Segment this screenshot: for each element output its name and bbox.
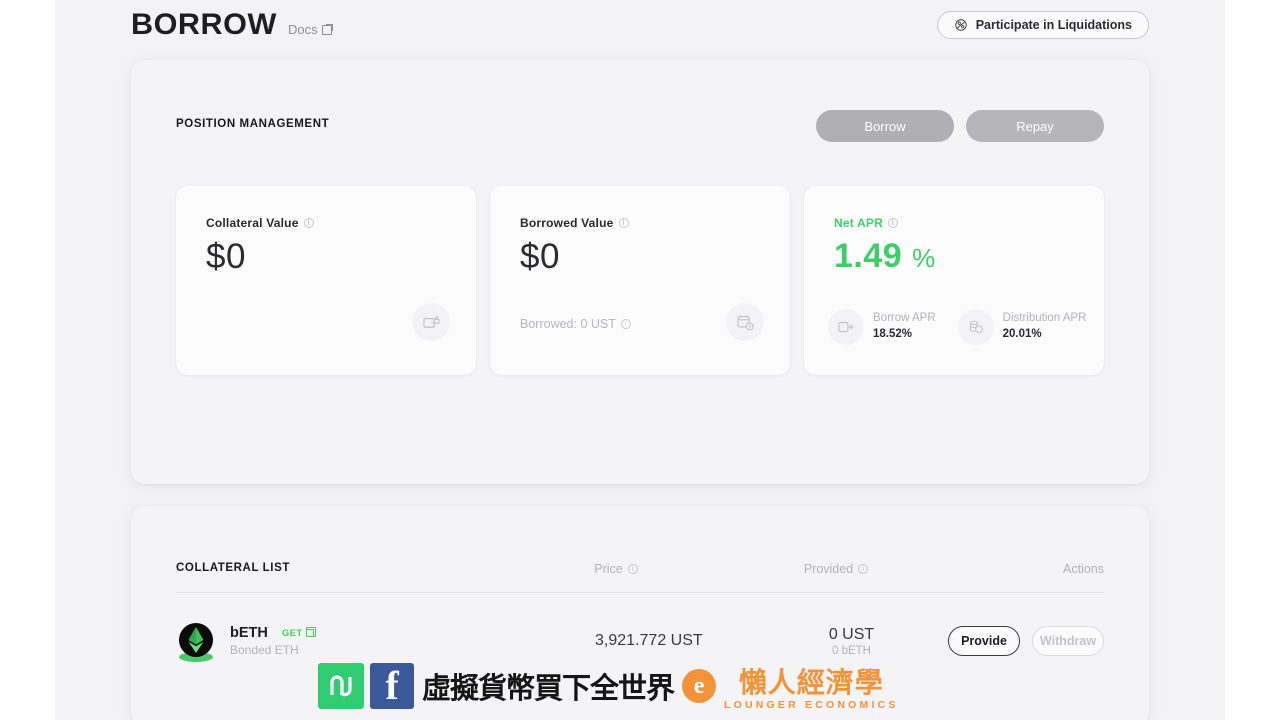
provided-amount-token: 0 bETH [832,644,871,657]
coins-stack-icon [969,320,983,334]
calendar-clock-icon-badge [726,303,764,341]
participate-in-liquidations-button[interactable]: Participate in Liquidations [936,11,1149,39]
distribution-apr-item: Distribution APR 20.01% [957,309,1087,345]
wallet-out-icon-badge [828,309,864,345]
position-mode-tabs: Borrow Repay [816,110,1104,142]
borrow-apr-name: Borrow APR [873,312,936,325]
info-icon[interactable] [618,217,629,229]
token-meta: bETH GET Bonded ETH [230,625,320,657]
lounger-economics-logo-icon: e [682,669,717,703]
collateral-value-label-text: Collateral Value [206,216,299,230]
borrow-apr-text: Borrow APR 18.52% [873,311,936,342]
token-full-name: Bonded ETH [230,643,299,657]
app-root: BORROW Docs Participate in Liquidations … [0,0,1280,720]
net-apr-card: Net APR 1.49 % [804,186,1104,375]
apr-breakdown: Borrow APR 18.52% Distribution APR 20.01… [828,309,1086,345]
watermark-chinese-text: 虛擬貨幣買下全世界 [422,671,675,705]
borrowed-amount-text: Borrowed: 0 UST [520,317,616,331]
token-symbol: bETH [230,625,268,641]
withdraw-button: Withdraw [1032,626,1104,656]
position-management-panel: POSITION MANAGEMENT Borrow Repay Collate… [131,60,1149,484]
collateral-list-header: COLLATERAL LIST Price Provided Actions [176,556,1104,586]
calendar-clock-icon [736,314,754,330]
net-apr-value: 1.49 % [834,237,1074,276]
watermark-banner: f 虛擬貨幣買下全世界 e 懶人經濟學 LOUNGER ECONOMICS [318,660,923,712]
net-apr-unit: % [912,243,936,273]
net-apr-label-text: Net APR [834,216,883,230]
app-header: BORROW Docs Participate in Liquidations [131,0,1149,50]
facebook-icon: f [370,663,414,709]
net-apr-label: Net APR [834,216,1074,230]
token-cell: bETH GET Bonded ETH [176,619,543,663]
distribution-apr-value: 20.01% [1002,328,1042,340]
anchor-glyph-icon [330,675,352,697]
app-logo: BORROW [131,8,277,41]
provided-amount: 0 UST [828,625,875,643]
lounger-economics-brand-cn: 懶人經濟學 [738,666,884,699]
coins-stack-icon-badge [957,309,994,345]
info-icon[interactable] [620,318,631,330]
liquidation-icon [955,19,967,31]
beth-token-icon-svg [179,623,213,662]
wallet-lock-icon-badge [412,303,450,341]
borrowed-value-label-text: Borrowed Value [520,216,614,230]
collateral-list-title: COLLATERAL LIST [176,562,290,574]
info-icon[interactable] [858,563,869,575]
beth-token-icon [176,619,216,663]
column-actions: Actions [1063,562,1104,576]
external-link-icon [305,627,316,637]
external-link-icon [321,24,333,35]
collateral-value-card: Collateral Value $0 [176,186,476,375]
distribution-apr-name: Distribution APR [1002,312,1087,325]
tab-repay[interactable]: Repay [966,110,1104,142]
wallet-out-icon [838,321,854,333]
stat-cards: Collateral Value $0 Borrowed Value [176,186,1104,375]
get-token-label: GET [281,627,303,639]
borrowed-value-amount: $0 [520,237,560,276]
lounger-economics-brand: 懶人經濟學 LOUNGER ECONOMICS [724,661,899,711]
info-icon[interactable] [627,563,638,575]
get-token-badge[interactable]: GET [275,626,320,640]
borrow-apr-item: Borrow APR 18.52% [828,309,936,345]
anchor-logo-icon [318,663,364,709]
net-apr-number: 1.49 [834,237,903,275]
token-provided: 0 UST 0 bETH [755,626,948,657]
column-provided-label: Provided [803,562,854,576]
token-price: 3,921.772 UST [595,632,703,649]
borrowed-value-label: Borrowed Value [520,216,760,230]
borrow-apr-value: 18.52% [873,328,913,340]
participate-in-liquidations-label: Participate in Liquidations [975,18,1132,32]
wallet-lock-icon [422,315,440,328]
distribution-apr-text: Distribution APR 20.01% [1003,311,1087,342]
row-actions: Provide Withdraw [948,626,1104,656]
column-price-label: Price [594,562,623,576]
info-icon[interactable] [303,217,314,229]
column-price: Price [556,562,676,576]
docs-link[interactable]: Docs [288,22,333,37]
position-management-title: POSITION MANAGEMENT [176,118,330,130]
tab-borrow[interactable]: Borrow [816,110,954,142]
borrowed-amount-sub: Borrowed: 0 UST [520,317,631,331]
collateral-value-label: Collateral Value [206,216,446,230]
provide-button[interactable]: Provide [948,626,1020,656]
lounger-economics-brand-en: LOUNGER ECONOMICS [724,699,899,711]
list-divider [176,592,1104,593]
info-icon[interactable] [887,217,898,229]
column-provided: Provided [776,562,896,576]
token-name-line: bETH GET [230,625,320,641]
collateral-value-amount: $0 [206,237,246,276]
docs-label: Docs [287,22,318,37]
borrowed-value-card: Borrowed Value $0 Borrowed: 0 UST [490,186,790,375]
